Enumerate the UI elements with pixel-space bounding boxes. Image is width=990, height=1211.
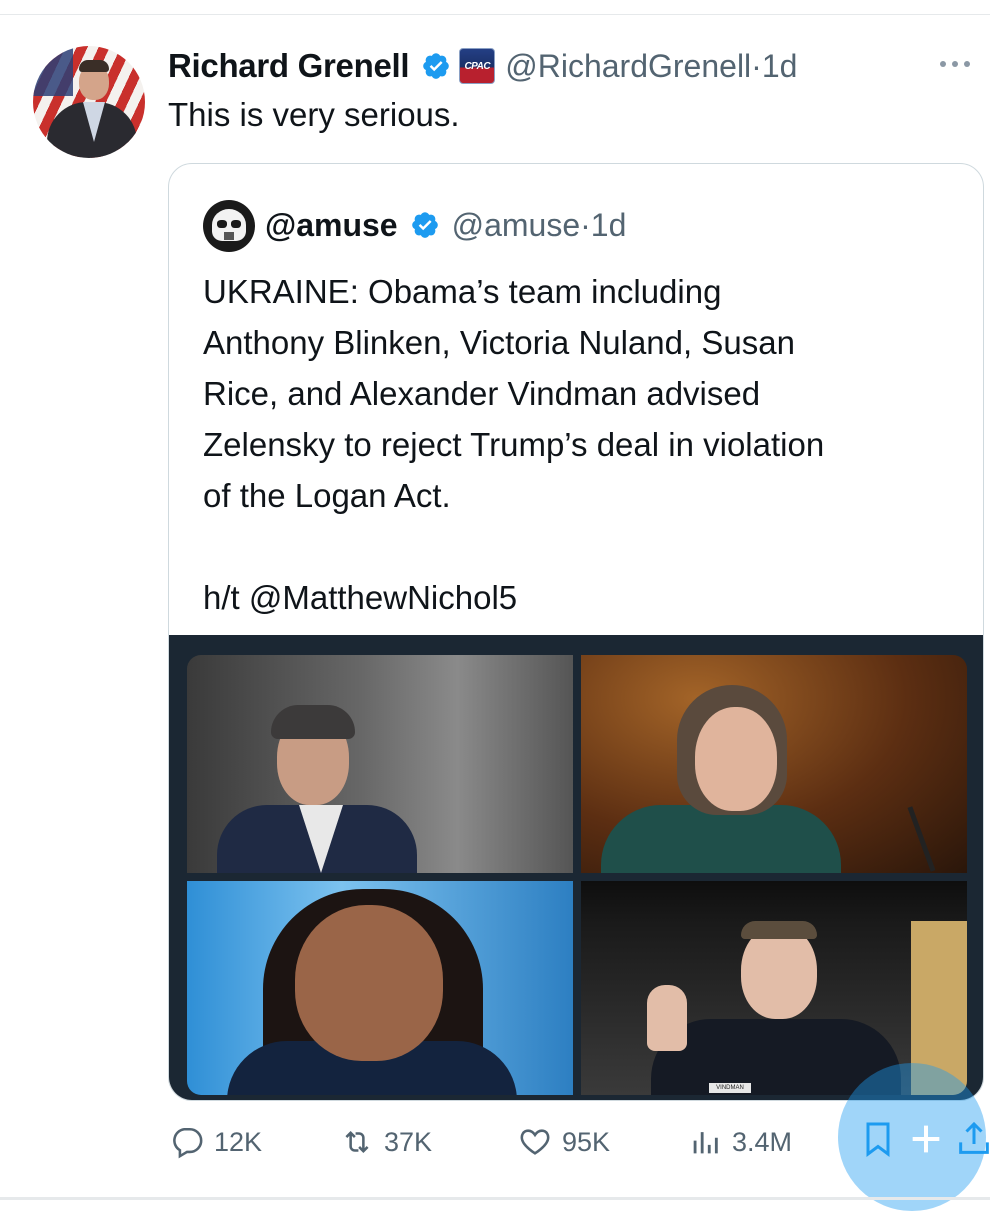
fab-action-icons bbox=[858, 1114, 990, 1164]
more-icon[interactable] bbox=[940, 56, 980, 72]
photo-figure-face bbox=[695, 707, 777, 811]
photo-figure-face bbox=[295, 905, 443, 1061]
reply-icon bbox=[173, 1127, 203, 1159]
media-photo-2[interactable] bbox=[581, 655, 967, 873]
quoted-author-handle[interactable]: @amuse·1d bbox=[452, 207, 627, 244]
bookmark-icon[interactable] bbox=[858, 1119, 898, 1159]
like-button[interactable]: 95K bbox=[518, 1112, 610, 1172]
tweet-text: This is very serious. bbox=[168, 96, 460, 133]
repost-count: 37K bbox=[384, 1126, 433, 1157]
text-spacer bbox=[203, 521, 963, 572]
reply-count: 12K bbox=[214, 1126, 263, 1157]
repost-button[interactable]: 37K bbox=[340, 1112, 432, 1172]
quoted-author-avatar[interactable] bbox=[203, 200, 255, 252]
view-count: 3.4M bbox=[732, 1126, 793, 1157]
author-avatar[interactable] bbox=[33, 46, 145, 158]
separator: · bbox=[751, 47, 762, 84]
photo-name-tag: VINDMAN bbox=[709, 1083, 751, 1093]
media-photo-1[interactable] bbox=[187, 655, 573, 873]
timestamp[interactable]: 1d bbox=[591, 207, 627, 243]
helmet-eye-right bbox=[231, 220, 241, 228]
text-line: Rice, and Alexander Vindman advised bbox=[203, 375, 761, 412]
tweet-header: Richard Grenell CPAC @RichardGrenell·1d bbox=[168, 44, 797, 88]
media-photo-3[interactable] bbox=[187, 881, 573, 1095]
photo-figure-face bbox=[741, 925, 817, 1019]
avatar-flag-canton bbox=[33, 46, 73, 96]
separator: · bbox=[580, 206, 591, 243]
like-icon bbox=[520, 1129, 550, 1155]
handle-text: @amuse bbox=[451, 206, 581, 243]
text-line: Zelensky to reject Trump’s deal in viola… bbox=[203, 426, 825, 463]
verified-badge-icon bbox=[423, 53, 450, 79]
views-icon bbox=[693, 1132, 718, 1154]
avatar-hair bbox=[79, 60, 109, 72]
photo-figure-body bbox=[601, 805, 841, 873]
text-line: Anthony Blinken, Victoria Nuland, Susan bbox=[203, 324, 795, 361]
org-affiliation-badge[interactable]: CPAC bbox=[459, 48, 496, 84]
reply-button[interactable]: 12K bbox=[170, 1112, 262, 1172]
text-line: UKRAINE: Obama’s team including bbox=[203, 273, 722, 310]
helmet-eye-left bbox=[217, 220, 227, 228]
verified-badge-icon bbox=[411, 212, 438, 238]
photo-microphone bbox=[907, 806, 936, 872]
compose-plus-icon[interactable] bbox=[906, 1119, 946, 1159]
photo-figure-hair bbox=[271, 705, 355, 739]
author-handle[interactable]: @RichardGrenell·1d bbox=[505, 48, 797, 85]
photo-raised-hand bbox=[647, 985, 687, 1051]
timestamp[interactable]: 1d bbox=[762, 48, 798, 84]
top-divider bbox=[0, 14, 990, 15]
quoted-tweet-text: UKRAINE: Obama’s team including Anthony … bbox=[203, 266, 963, 623]
handle-text: @RichardGrenell bbox=[505, 47, 752, 84]
media-grid: VINDMAN bbox=[169, 635, 983, 1100]
author-name[interactable]: Richard Grenell bbox=[168, 47, 410, 85]
repost-icon bbox=[345, 1130, 369, 1154]
quoted-author-name[interactable]: @amuse bbox=[265, 207, 398, 244]
quoted-tweet-header: @amuse @amuse·1d bbox=[265, 200, 626, 250]
share-icon[interactable] bbox=[954, 1119, 990, 1159]
text-line: of the Logan Act. bbox=[203, 477, 451, 514]
photo-figure-hair bbox=[741, 921, 817, 939]
helmet-mouth bbox=[224, 232, 234, 240]
views-button[interactable]: 3.4M bbox=[688, 1112, 792, 1172]
quoted-tweet-card[interactable]: @amuse @amuse·1d UKRAINE: Obama’s team i… bbox=[168, 163, 984, 1101]
hat-tip-link[interactable]: h/t @MatthewNichol5 bbox=[203, 572, 963, 623]
like-count: 95K bbox=[562, 1126, 611, 1157]
